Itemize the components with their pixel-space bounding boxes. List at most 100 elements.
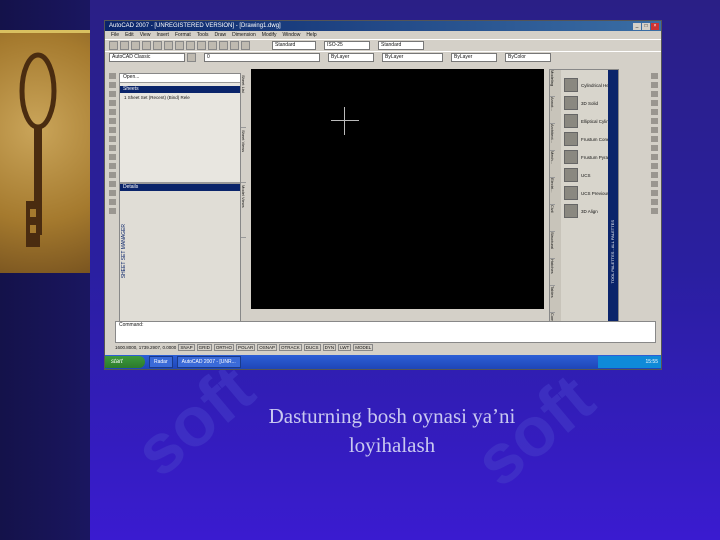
command-line[interactable]: Command:	[115, 321, 656, 343]
tool-palette-titlebar[interactable]: TOOL PALETTES - ALL PALETTES	[608, 70, 618, 332]
palette-tab[interactable]: Tables	[550, 286, 555, 313]
design-center-icon[interactable]	[241, 41, 250, 50]
zoom-icon[interactable]	[219, 41, 228, 50]
circle-icon[interactable]	[108, 127, 116, 133]
scale-icon[interactable]	[650, 136, 658, 142]
open-icon[interactable]	[120, 41, 129, 50]
polyline-icon[interactable]	[108, 91, 116, 97]
paste-icon[interactable]	[175, 41, 184, 50]
line-icon[interactable]	[108, 73, 116, 79]
undo-icon[interactable]	[186, 41, 195, 50]
offset-icon[interactable]	[650, 100, 658, 106]
menu-edit[interactable]: Edit	[125, 32, 134, 38]
palette-tab[interactable]: Structural	[550, 232, 555, 259]
grid-button[interactable]: GRID	[196, 344, 212, 351]
menu-dimension[interactable]: Dimension	[232, 32, 256, 38]
polygon-icon[interactable]	[108, 100, 116, 106]
trim-icon[interactable]	[650, 154, 658, 160]
menu-help[interactable]: Help	[306, 32, 316, 38]
osnap-button[interactable]: OSNAP	[257, 344, 278, 351]
model-button[interactable]: MODEL	[353, 344, 374, 351]
new-icon[interactable]	[109, 41, 118, 50]
xline-icon[interactable]	[108, 82, 116, 88]
mtext-icon[interactable]	[108, 208, 116, 214]
move-icon[interactable]	[650, 118, 658, 124]
palette-tab[interactable]: Hatches	[550, 259, 555, 286]
taskbar-item[interactable]: Radar	[149, 356, 173, 368]
break-icon[interactable]	[650, 172, 658, 178]
spline-icon[interactable]	[108, 145, 116, 151]
taskbar-item-autocad[interactable]: AutoCAD 2007 - [UNR...	[176, 356, 241, 368]
menu-format[interactable]: Format	[175, 32, 191, 38]
layer-icon[interactable]	[187, 53, 196, 62]
mirror-icon[interactable]	[650, 91, 658, 97]
palette-tab[interactable]: Architect...	[550, 124, 555, 151]
snap-button[interactable]: SNAP	[178, 344, 195, 351]
point-icon[interactable]	[108, 172, 116, 178]
menu-file[interactable]: File	[111, 32, 119, 38]
palette-tab[interactable]: Annot...	[550, 97, 555, 124]
maximize-button[interactable]: □	[642, 22, 650, 30]
array-icon[interactable]	[650, 109, 658, 115]
copy-icon[interactable]	[164, 41, 173, 50]
cloud-icon[interactable]	[108, 136, 116, 142]
menu-draw[interactable]: Draw	[214, 32, 226, 38]
menu-insert[interactable]: Insert	[156, 32, 169, 38]
menu-modify[interactable]: Modify	[262, 32, 277, 38]
tab-sheet-views[interactable]: Sheet Views	[241, 128, 246, 183]
rectangle-icon[interactable]	[108, 109, 116, 115]
menu-window[interactable]: Window	[283, 32, 301, 38]
erase-icon[interactable]	[650, 73, 658, 79]
join-icon[interactable]	[650, 181, 658, 187]
palette-tab[interactable]: Mech...	[550, 151, 555, 178]
minimize-button[interactable]: _	[633, 22, 641, 30]
text-style-combo[interactable]: Standard	[272, 41, 316, 50]
lineweight-combo[interactable]: ByLayer	[451, 53, 497, 62]
save-icon[interactable]	[131, 41, 140, 50]
region-icon[interactable]	[108, 190, 116, 196]
sheets-header: Sheets	[120, 86, 240, 93]
menu-tools[interactable]: Tools	[197, 32, 209, 38]
explode-icon[interactable]	[650, 208, 658, 214]
color-combo[interactable]: ByLayer	[328, 53, 374, 62]
rotate-icon[interactable]	[650, 127, 658, 133]
stretch-icon[interactable]	[650, 145, 658, 151]
ortho-button[interactable]: ORTHO	[213, 344, 234, 351]
chamfer-icon[interactable]	[650, 190, 658, 196]
palette-tab[interactable]: Modeling	[550, 70, 555, 97]
table-icon[interactable]	[108, 199, 116, 205]
dyn-button[interactable]: DYN	[322, 344, 337, 351]
pan-icon[interactable]	[208, 41, 217, 50]
arc-icon[interactable]	[108, 118, 116, 124]
ellipse-icon[interactable]	[108, 154, 116, 160]
print-icon[interactable]	[142, 41, 151, 50]
polar-button[interactable]: POLAR	[236, 344, 256, 351]
layer-combo[interactable]: 0	[204, 53, 320, 62]
open-combo[interactable]: Open...	[120, 74, 240, 83]
properties-icon[interactable]	[230, 41, 239, 50]
fillet-icon[interactable]	[650, 199, 658, 205]
menu-view[interactable]: View	[140, 32, 151, 38]
copy-object-icon[interactable]	[650, 82, 658, 88]
plotstyle-combo[interactable]: ByColor	[505, 53, 551, 62]
linetype-combo[interactable]: ByLayer	[382, 53, 443, 62]
block-icon[interactable]	[108, 163, 116, 169]
ducs-button[interactable]: DUCS	[303, 344, 321, 351]
tab-model-views[interactable]: Model Views	[241, 183, 246, 238]
cut-icon[interactable]	[153, 41, 162, 50]
tab-sheet-list[interactable]: Sheet List	[241, 73, 246, 128]
dim-style-combo[interactable]: ISO-25	[324, 41, 370, 50]
workspace-combo[interactable]: AutoCAD Classic	[109, 53, 185, 62]
close-button[interactable]: ×	[651, 22, 659, 30]
otrack-button[interactable]: OTRACK	[279, 344, 302, 351]
extend-icon[interactable]	[650, 163, 658, 169]
start-button[interactable]: start	[105, 356, 145, 368]
table-style-combo[interactable]: Standard	[378, 41, 424, 50]
palette-tab[interactable]: Electri...	[550, 178, 555, 205]
redo-icon[interactable]	[197, 41, 206, 50]
lwt-button[interactable]: LWT	[338, 344, 352, 351]
recent-sheet-item[interactable]: 1 Sheet Set (Recent) (Bind) Rele	[120, 93, 240, 102]
drawing-area[interactable]	[251, 69, 544, 309]
hatch-icon[interactable]	[108, 181, 116, 187]
palette-tab[interactable]: Civil	[550, 205, 555, 232]
